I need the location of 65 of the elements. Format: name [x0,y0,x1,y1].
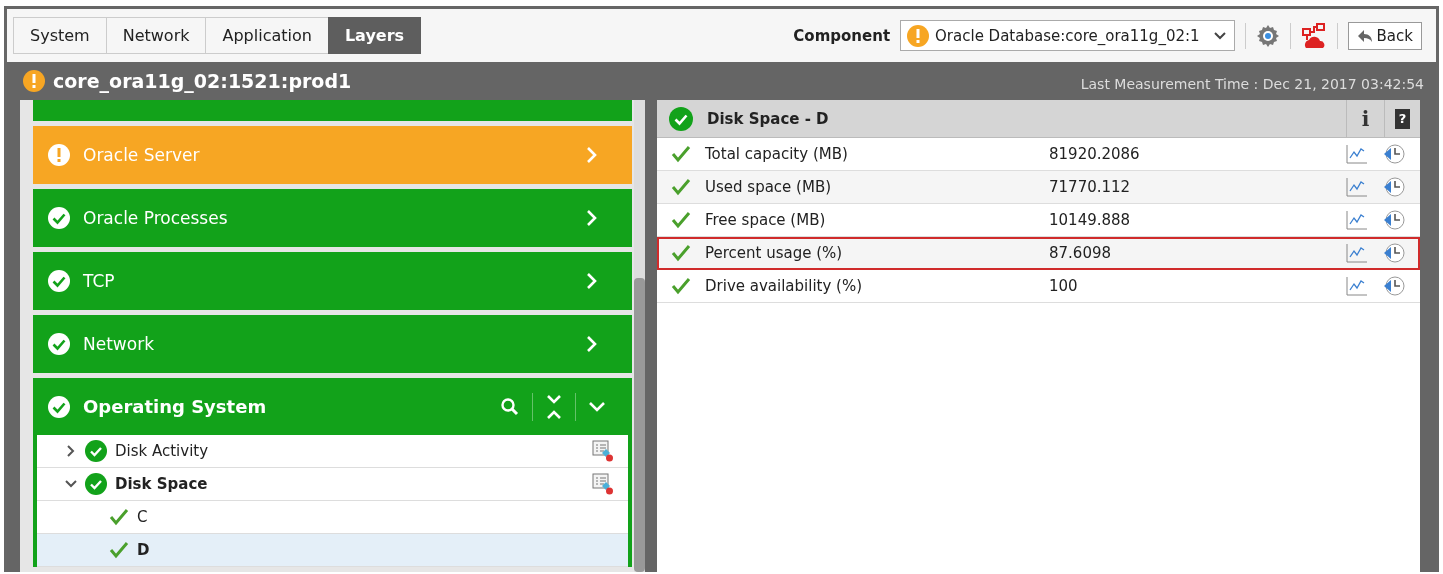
check-icon [109,541,129,559]
collapse-all-icon[interactable] [545,393,563,420]
line-chart-icon[interactable] [1346,144,1368,164]
search-icon[interactable] [500,396,520,417]
measure-name: Used space (MB) [705,178,833,196]
measure-name: Percent usage (%) [705,244,844,262]
back-arrow-icon [1356,28,1373,43]
history-icon[interactable] [1382,143,1406,165]
report-icon[interactable] [592,473,614,495]
history-icon[interactable] [1382,242,1406,264]
check-icon [109,508,129,526]
measure-name: Drive availability (%) [705,277,864,295]
layer-name: TCP [83,271,115,291]
settings-icon[interactable] [1255,23,1280,48]
back-button[interactable]: Back [1347,21,1422,50]
check-icon [47,206,71,230]
tree-item[interactable]: Disk Space [37,468,628,501]
layer-name: Operating System [83,396,267,417]
check-icon [671,277,691,295]
measure-name: Free space (MB) [705,211,827,229]
tab[interactable]: Network [105,17,207,54]
measure-value: 100 [1049,277,1079,295]
last-measurement-time: Last Measurement Time : Dec 21, 2017 03:42:54 [1080,76,1424,92]
history-icon[interactable] [1382,209,1406,231]
chevron-down-icon[interactable] [65,478,77,490]
chevron-down-icon[interactable] [588,400,606,413]
history-icon[interactable] [1382,176,1406,198]
layer-name: Oracle Server [83,145,200,165]
component-label: Component [793,26,891,45]
check-icon [47,394,71,419]
scrollbar-thumb[interactable] [634,278,645,572]
tree-item[interactable]: Disk Activity [37,435,628,468]
chevron-right-icon[interactable] [586,272,598,290]
measure-value: 71770.112 [1049,178,1132,196]
chevron-right-icon[interactable] [586,209,598,227]
measure-value: 10149.888 [1049,211,1132,229]
component-dropdown[interactable]: Oracle Database:core_ora11g_02:1 [900,20,1235,51]
history-icon[interactable] [1382,275,1406,297]
caret-icon [1213,31,1226,40]
check-icon [671,244,691,262]
check-icon [671,211,691,229]
chevron-right-icon[interactable] [65,445,77,457]
line-chart-icon[interactable] [1346,276,1368,296]
tree-item[interactable]: D [37,534,628,567]
report-icon[interactable] [592,440,614,462]
check-icon [47,269,71,293]
line-chart-icon[interactable] [1346,243,1368,263]
check-icon [47,332,71,356]
layer-name: Oracle Processes [83,208,228,228]
check-icon [671,178,691,196]
chevron-right-icon[interactable] [586,335,598,353]
line-chart-icon[interactable] [1346,177,1368,197]
detail-title: Disk Space - D [707,109,829,128]
layer-name: Network [83,334,154,354]
tab[interactable]: Application [205,17,329,54]
measure-value: 87.6098 [1049,244,1113,262]
line-chart-icon[interactable] [1346,210,1368,230]
check-icon [671,145,691,163]
measure-value: 81920.2086 [1049,145,1141,163]
measure-name: Total capacity (MB) [705,145,849,163]
tab[interactable]: Layers [327,17,422,54]
topology-icon[interactable] [1300,22,1327,49]
tab[interactable]: System [13,17,107,54]
page-title: core_ora11g_02:1521:prod1 [53,70,352,92]
warning-icon [47,143,71,167]
